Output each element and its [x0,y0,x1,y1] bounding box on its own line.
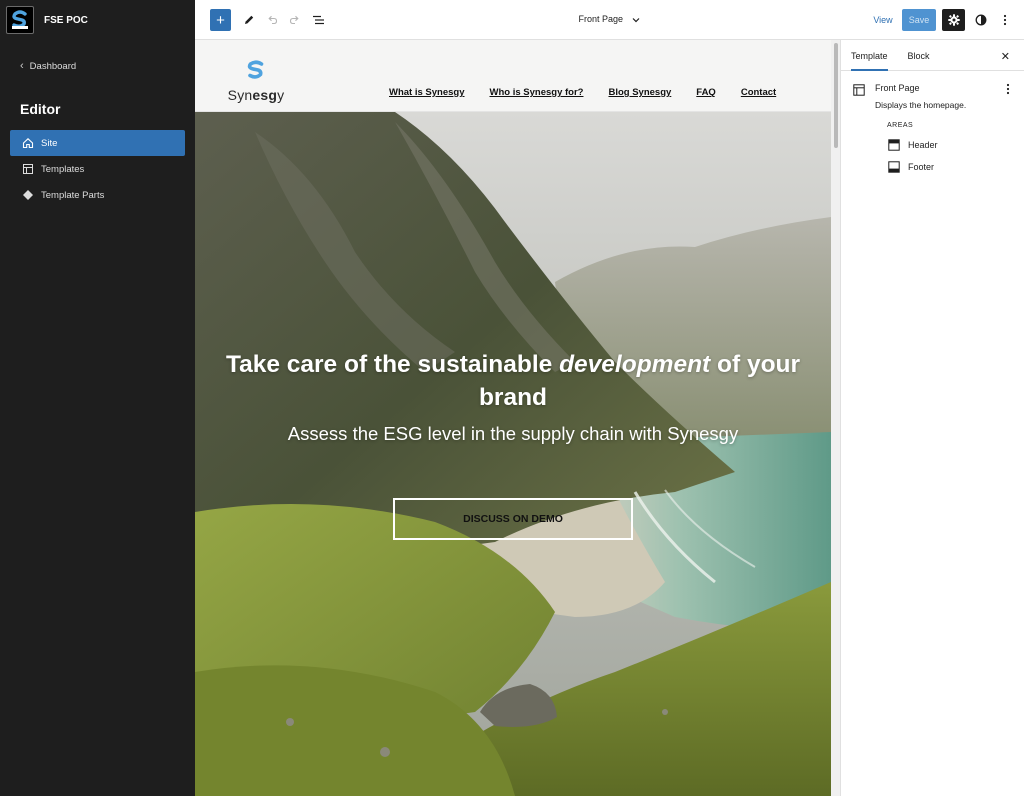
template-description: Displays the homepage. [875,100,967,110]
nav-link-what-is-synesgy[interactable]: What is Synesgy [389,87,465,98]
scrollbar-thumb[interactable] [834,43,838,148]
sidebar-item-label: Template Parts [41,189,105,201]
synesgy-logo-icon [247,60,264,79]
logo-prefix: Syn [227,87,253,103]
site-icon[interactable] [6,6,34,34]
sidebar-item-site[interactable]: Site [10,130,185,156]
plus-icon: + [216,11,225,29]
list-view-button[interactable] [310,9,326,31]
redo-button[interactable] [287,9,303,31]
site-hub: FSE POC [0,0,195,40]
hero-heading-emphasis: development [559,351,711,378]
nav-link-blog[interactable]: Blog Synesgy [608,87,671,98]
inspector-tabs: Template Block ✕ [841,40,1024,71]
settings-sidebar: Template Block ✕ Front Page Displays the… [841,40,1024,796]
area-item-header[interactable]: Header [888,139,1024,151]
template-actions-button[interactable] [1006,83,1010,98]
area-item-footer[interactable]: Footer [888,161,1024,173]
nav-link-who-is-synesgy-for[interactable]: Who is Synesgy for? [490,87,584,98]
areas-label: AREAS [887,122,914,129]
site-logo[interactable]: Synesgy [225,60,287,103]
sidebar-item-template-parts[interactable]: Template Parts [10,182,185,208]
save-button[interactable]: Save [902,9,936,31]
hero-heading-part-1: Take care of the sustainable [225,351,560,378]
editor-canvas[interactable]: Synesgy What is Synesgy Who is Synesgy f… [195,40,831,796]
dashboard-back-link[interactable]: ‹ Dashboard [20,60,195,72]
hero-landscape-image [195,112,831,796]
hero-subheading[interactable]: Assess the ESG level in the supply chain… [195,423,831,445]
symbol-filled-icon [22,189,34,201]
more-vertical-icon [1006,83,1010,95]
contrast-icon [975,14,987,26]
template-name: Front Page [875,83,920,93]
settings-button[interactable] [942,9,965,31]
nav-link-faq[interactable]: FAQ [696,87,716,98]
logo-wordmark: Synesgy [225,87,287,103]
logo-suffix: y [277,87,285,103]
sidebar-heading: Editor [20,101,61,117]
discuss-on-demo-button[interactable]: DISCUSS ON DEMO [393,498,633,540]
cog-icon [947,14,960,26]
layout-icon [853,84,865,96]
chevron-down-icon [632,17,639,22]
home-icon [22,137,34,149]
tab-template[interactable]: Template [851,40,888,71]
sidebar-item-label: Site [41,137,58,149]
dashboard-label: Dashboard [29,60,77,72]
logo-bold: esg [252,87,278,103]
sidebar-nav: Site Templates Template Parts [0,130,195,208]
undo-button[interactable] [264,9,280,31]
undo-icon [268,15,278,25]
styles-button[interactable] [973,9,989,31]
editor-toolbar: + Front Page View Save [195,0,1024,40]
document-title-label: Front Page [578,14,623,24]
sidebar-item-label: Templates [41,163,85,175]
document-title-button[interactable]: Front Page [578,14,640,24]
nav-link-contact[interactable]: Contact [741,87,776,98]
area-label: Footer [908,162,935,172]
editor-sidebar: FSE POC ‹ Dashboard Editor Site Template… [0,0,195,796]
tab-block[interactable]: Block [908,40,930,71]
footer-icon [888,161,900,173]
header-icon [888,139,900,151]
edit-icon [245,15,254,24]
chevron-left-icon: ‹ [20,60,24,72]
site-title[interactable]: FSE POC [44,15,88,26]
list-view-icon [312,15,324,25]
close-icon[interactable]: ✕ [1001,50,1010,63]
tools-button[interactable] [241,9,257,31]
sidebar-item-templates[interactable]: Templates [10,156,185,182]
template-heading-row: Front Page [853,83,1024,96]
primary-navigation: What is Synesgy Who is Synesgy for? Blog… [389,87,776,98]
hero-heading[interactable]: Take care of the sustainable development… [195,348,831,414]
block-inserter-button[interactable]: + [210,9,231,31]
view-link[interactable]: View [873,9,893,31]
canvas-scrollbar[interactable] [831,40,841,796]
template-card: Front Page Displays the homepage. AREAS … [841,71,1024,173]
more-vertical-icon [1003,14,1007,26]
redo-icon [289,15,299,25]
site-header[interactable]: Synesgy What is Synesgy Who is Synesgy f… [195,40,831,112]
layout-icon [22,163,34,175]
options-button[interactable] [998,9,1012,31]
area-label: Header [908,140,938,150]
hero-cover-block[interactable]: Take care of the sustainable development… [195,112,831,796]
